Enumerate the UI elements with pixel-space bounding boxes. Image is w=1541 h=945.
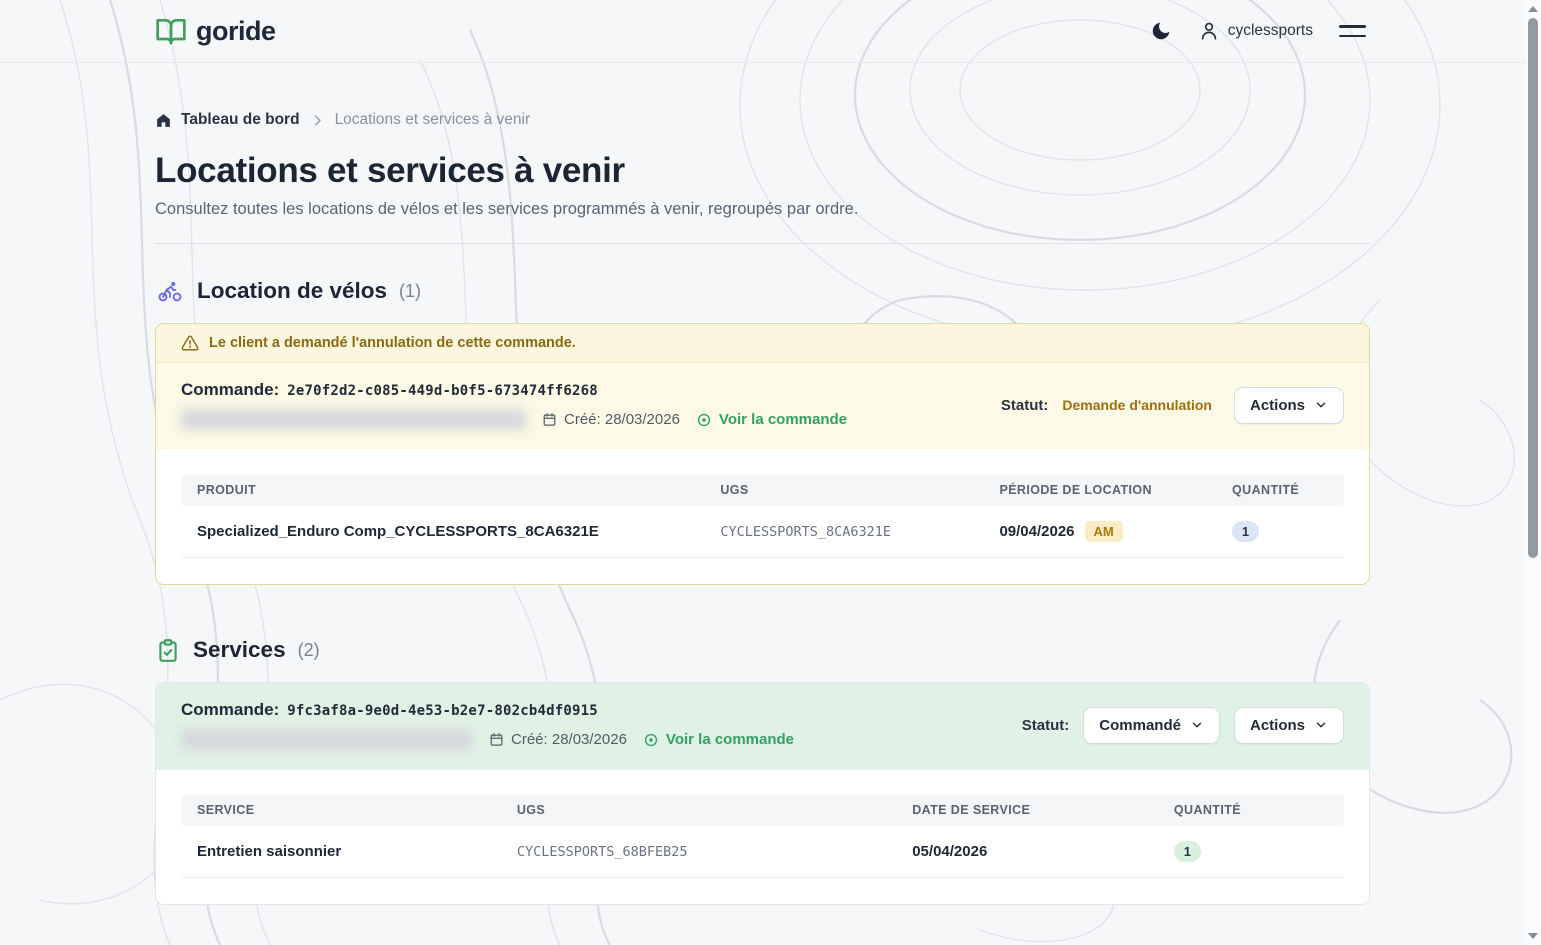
page-subtitle: Consultez toutes les locations de vélos … [155, 200, 1370, 219]
breadcrumb-current: Locations et services à venir [335, 111, 531, 129]
created-date: Créé: 28/03/2026 [489, 731, 627, 748]
redacted-customer-info [181, 729, 473, 750]
moon-icon [1150, 20, 1172, 42]
rentals-section-header: Location de vélos (1) [155, 278, 1370, 304]
service-order-header: Commande: 9fc3af8a-9e0d-4e53-b2e7-802cb4… [156, 683, 1369, 770]
cancellation-warning-banner: Le client a demandé l'annulation de cett… [156, 324, 1369, 363]
rentals-count: (1) [399, 281, 421, 302]
service-name: Entretien saisonnier [181, 826, 501, 877]
rental-order-header: Commande: 2e70f2d2-c085-449d-b0f5-673474… [156, 363, 1369, 450]
service-table-header: SERVICE UGS DATE DE SERVICE QUANTITÉ [181, 794, 1344, 826]
col-ugs: UGS [501, 794, 896, 826]
am-badge: AM [1085, 521, 1123, 542]
chevron-down-icon [1190, 718, 1204, 732]
calendar-icon [489, 732, 504, 747]
services-section-header: Services (2) [155, 637, 1370, 663]
col-date-service: DATE DE SERVICE [896, 794, 1158, 826]
divider [155, 243, 1370, 244]
bicycle-icon [155, 278, 185, 304]
rental-period-date: 09/04/2026 [999, 523, 1074, 540]
chevron-down-icon [1314, 398, 1328, 412]
logo[interactable]: goride [155, 15, 276, 47]
rentals-section-title: Location de vélos [197, 278, 387, 304]
scrollbar-up-arrow[interactable] [1525, 2, 1541, 16]
service-date: 05/04/2026 [896, 826, 1158, 877]
rental-table: PRODUIT UGS PÉRIODE DE LOCATION QUANTITÉ… [156, 450, 1369, 584]
col-periode: PÉRIODE DE LOCATION [983, 474, 1216, 506]
order-id: 2e70f2d2-c085-449d-b0f5-673474ff6268 [287, 383, 598, 399]
redacted-customer-info [181, 409, 526, 430]
col-ugs: UGS [704, 474, 983, 506]
scrollbar-thumb[interactable] [1528, 18, 1538, 558]
status-label: Statut: [1001, 397, 1049, 414]
dark-mode-toggle[interactable] [1146, 16, 1176, 46]
eye-icon [643, 732, 659, 748]
scrollbar[interactable] [1525, 0, 1541, 945]
logo-book-icon [155, 15, 187, 47]
chevron-down-icon [1314, 718, 1328, 732]
status-select[interactable]: Commandé [1083, 707, 1220, 744]
services-section-title: Services [193, 637, 286, 663]
quantity-badge: 1 [1174, 841, 1201, 862]
user-account[interactable]: cyclessports [1198, 20, 1313, 42]
warning-text: Le client a demandé l'annulation de cett… [209, 335, 576, 351]
actions-button[interactable]: Actions [1234, 707, 1344, 744]
breadcrumb-home-link[interactable]: Tableau de bord [155, 111, 300, 129]
actions-button[interactable]: Actions [1234, 387, 1344, 424]
view-order-link[interactable]: Voir la commande [696, 411, 847, 428]
service-order-card: Commande: 9fc3af8a-9e0d-4e53-b2e7-802cb4… [155, 682, 1370, 905]
service-table: SERVICE UGS DATE DE SERVICE QUANTITÉ Ent… [156, 770, 1369, 904]
calendar-icon [542, 412, 557, 427]
status-label: Statut: [1022, 717, 1070, 734]
home-icon [155, 112, 172, 129]
view-order-link[interactable]: Voir la commande [643, 731, 794, 748]
eye-icon [696, 412, 712, 428]
scrollbar-down-arrow[interactable] [1525, 929, 1541, 943]
order-label: Commande: [181, 700, 279, 720]
col-quantite: QUANTITÉ [1158, 794, 1344, 826]
col-produit: PRODUIT [181, 474, 704, 506]
service-table-row: Entretien saisonnier CYCLESSPORTS_68BFEB… [181, 826, 1344, 878]
product-name: Specialized_Enduro Comp_CYCLESSPORTS_8CA… [181, 506, 704, 557]
username: cyclessports [1228, 22, 1313, 40]
quantity-badge: 1 [1232, 521, 1259, 542]
rental-table-header: PRODUIT UGS PÉRIODE DE LOCATION QUANTITÉ [181, 474, 1344, 506]
rental-table-row: Specialized_Enduro Comp_CYCLESSPORTS_8CA… [181, 506, 1344, 558]
created-date: Créé: 28/03/2026 [542, 411, 680, 428]
service-sku: CYCLESSPORTS_68BFEB25 [501, 826, 896, 877]
col-quantite: QUANTITÉ [1216, 474, 1344, 506]
breadcrumb: Tableau de bord Locations et services à … [155, 111, 1370, 129]
page-title: Locations et services à venir [155, 151, 1370, 191]
product-sku: CYCLESSPORTS_8CA6321E [704, 506, 983, 557]
status-value: Demande d'annulation [1062, 397, 1212, 413]
hamburger-icon [1339, 25, 1366, 37]
logo-text: goride [196, 16, 276, 47]
clipboard-check-icon [155, 637, 181, 663]
rental-order-card: Le client a demandé l'annulation de cett… [155, 323, 1370, 585]
order-label: Commande: [181, 380, 279, 400]
col-service: SERVICE [181, 794, 501, 826]
services-count: (2) [298, 640, 320, 661]
top-bar: goride c [0, 0, 1525, 63]
user-icon [1198, 20, 1220, 42]
order-id: 9fc3af8a-9e0d-4e53-b2e7-802cb4df0915 [287, 703, 598, 719]
menu-button[interactable] [1335, 21, 1370, 41]
warning-triangle-icon [181, 334, 199, 352]
chevron-right-icon [310, 113, 325, 128]
